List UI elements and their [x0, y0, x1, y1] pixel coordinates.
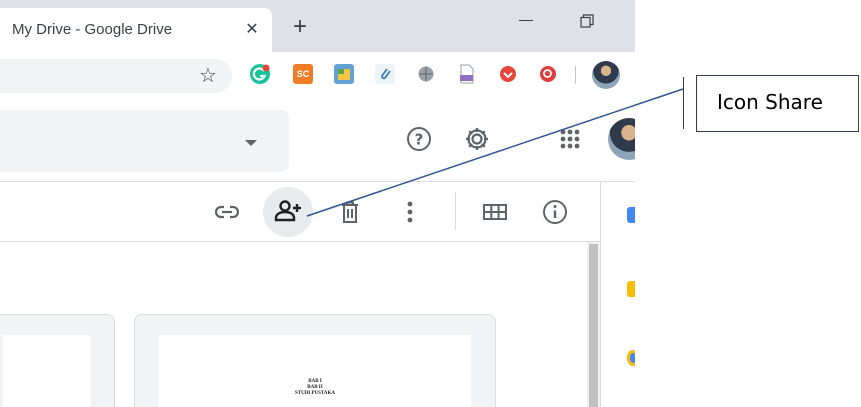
- callout-box: Icon Share: [696, 75, 859, 132]
- callout-leader-line: [306, 88, 684, 217]
- callout-bracket: [683, 77, 690, 129]
- callout-label: Icon Share: [717, 90, 823, 114]
